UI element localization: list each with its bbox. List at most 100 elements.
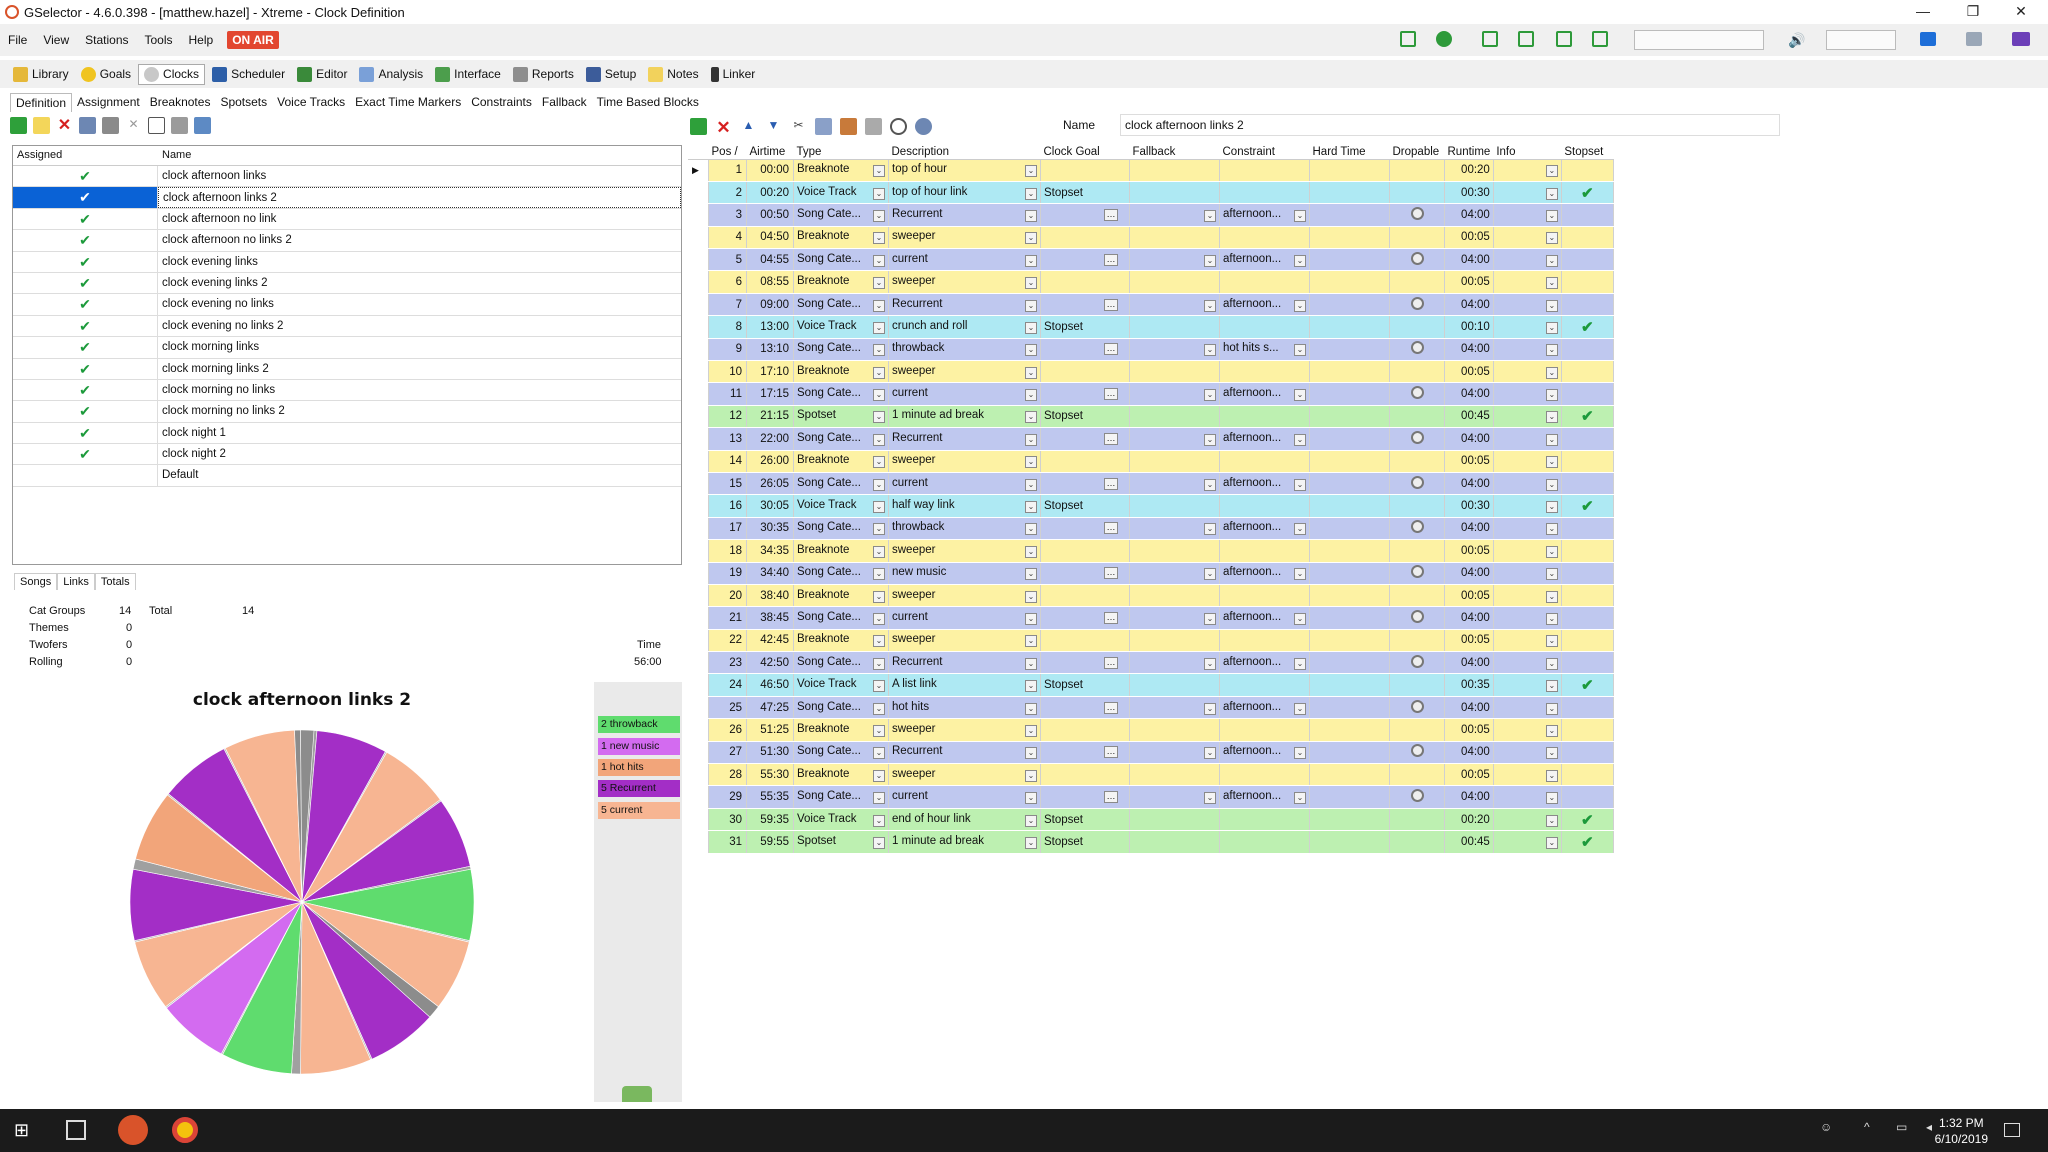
clock-goal-cell[interactable] (1040, 360, 1130, 384)
skip-forward-icon[interactable] (1592, 31, 1608, 47)
clock-goal-cell[interactable]: … (1040, 695, 1130, 720)
constraint-cell[interactable]: afternoon... ⌄ (1219, 248, 1310, 272)
fallback-cell[interactable]: ⌄ (1129, 561, 1220, 585)
type-cell[interactable]: Breaknote ⌄ (793, 270, 889, 294)
menu-tools[interactable]: Tools (137, 33, 181, 47)
description-cell[interactable]: 1 minute ad break ⌄ (888, 830, 1041, 854)
constraint-cell[interactable]: afternoon... ⌄ (1219, 651, 1310, 675)
info-cell[interactable]: ⌄ (1492, 740, 1562, 765)
constraint-cell[interactable]: afternoon... ⌄ (1219, 471, 1310, 496)
description-dropdown-icon[interactable]: ⌄ (1025, 456, 1037, 469)
dropable-cell[interactable] (1389, 158, 1445, 182)
tab-exact-time-markers[interactable]: Exact Time Markers (350, 93, 466, 111)
module-clocks[interactable]: Clocks (138, 63, 206, 85)
clock-item-row[interactable]: 22 42:45 Breaknote ⌄ sweeper ⌄ 00:05 ⌄ (688, 628, 1614, 653)
constraint-cell[interactable]: afternoon... ⌄ (1219, 561, 1310, 585)
type-cell[interactable]: Voice Track ⌄ (793, 494, 889, 518)
clock-item-row[interactable]: 27 51:30 Song Cate... ⌄ Recurrent ⌄… ⌄ afternoo… (688, 740, 1614, 765)
type-cell[interactable]: Voice Track ⌄ (793, 673, 889, 697)
clock-goal-cell[interactable] (1040, 225, 1130, 250)
tab-fallback[interactable]: Fallback (537, 93, 592, 111)
type-cell[interactable]: Song Cate... ⌄ (793, 471, 889, 496)
fallback-dropdown-icon[interactable]: ⌄ (1204, 523, 1216, 536)
col-pos[interactable]: Pos / (708, 145, 747, 160)
type-dropdown-icon[interactable]: ⌄ (873, 613, 885, 625)
network-icon[interactable]: ▭ (1896, 1120, 1916, 1140)
dropable-cell[interactable] (1389, 651, 1445, 675)
fallback-dropdown-icon[interactable]: ⌄ (1204, 433, 1216, 446)
clock-goal-cell[interactable]: … (1040, 740, 1130, 765)
on-air-badge[interactable]: ON AIR (227, 31, 279, 49)
type-dropdown-icon[interactable]: ⌄ (873, 724, 885, 737)
clock-goal-cell[interactable]: … (1040, 785, 1130, 809)
clock-item-row[interactable]: 6 08:55 Breaknote ⌄ sweeper ⌄ 00:05 ⌄ (688, 270, 1614, 294)
description-dropdown-icon[interactable]: ⌄ (1025, 254, 1037, 267)
type-cell[interactable]: Breaknote ⌄ (793, 628, 889, 653)
more-options-icon[interactable]: … (1104, 298, 1118, 311)
dropable-radio-icon[interactable] (1410, 699, 1424, 713)
clock-goal-cell[interactable]: Stopset (1040, 180, 1130, 205)
description-cell[interactable]: current ⌄ (888, 785, 1041, 809)
col-description[interactable]: Description (888, 145, 1041, 160)
info-dropdown-icon[interactable]: ⌄ (1545, 366, 1558, 379)
clock-item-row[interactable]: 18 34:35 Breaknote ⌄ sweeper ⌄ 00:05 ⌄ (688, 539, 1614, 563)
module-goals[interactable]: Goals (76, 65, 136, 84)
description-cell[interactable]: sweeper ⌄ (888, 583, 1041, 608)
description-cell[interactable]: sweeper ⌄ (888, 628, 1041, 653)
description-cell[interactable]: A list link ⌄ (888, 673, 1041, 697)
dropable-radio-icon[interactable] (1410, 206, 1424, 220)
clock-item-row[interactable]: 11 17:15 Song Cate... ⌄ current ⌄… ⌄ afternoon.… (688, 382, 1614, 406)
clock-list-row[interactable]: ✔ clock evening no links 2 (13, 315, 681, 338)
hard-time-cell[interactable] (1309, 225, 1390, 250)
info-cell[interactable]: ⌄ (1492, 785, 1562, 809)
description-dropdown-icon[interactable]: ⌄ (1025, 724, 1037, 737)
clock-item-row[interactable]: 9 13:10 Song Cate... ⌄ throwback ⌄… ⌄ hot hits … (688, 337, 1614, 362)
type-dropdown-icon[interactable]: ⌄ (873, 702, 885, 715)
dropable-cell[interactable] (1389, 427, 1445, 451)
type-cell[interactable]: Song Cate... ⌄ (793, 427, 889, 451)
notifications-icon[interactable] (2004, 1123, 2020, 1137)
info-cell[interactable]: ⌄ (1492, 494, 1562, 518)
info-cell[interactable]: ⌄ (1492, 180, 1562, 205)
fallback-cell[interactable]: ⌄ (1129, 337, 1220, 362)
description-cell[interactable]: throwback ⌄ (888, 516, 1041, 541)
module-interface[interactable]: Interface (430, 65, 506, 84)
taskbar-clock[interactable]: 1:32 PM 6/10/2019 (1935, 1115, 1988, 1147)
move-up-icon[interactable]: ▲ (740, 118, 757, 135)
info-dropdown-icon[interactable]: ⌄ (1545, 568, 1558, 581)
clock-icon[interactable] (890, 117, 907, 135)
skip-back-icon[interactable] (1556, 31, 1572, 47)
constraint-cell[interactable]: afternoon... ⌄ (1219, 292, 1310, 317)
menu-view[interactable]: View (35, 33, 77, 47)
assigned-header[interactable]: Assigned (13, 146, 158, 165)
dropable-cell[interactable] (1389, 695, 1445, 720)
info-dropdown-icon[interactable]: ⌄ (1545, 680, 1558, 693)
name-header[interactable]: Name (158, 146, 195, 165)
hard-time-cell[interactable] (1309, 337, 1390, 362)
dropable-radio-icon[interactable] (1410, 565, 1424, 579)
constraint-dropdown-icon[interactable]: ⌄ (1294, 299, 1306, 312)
clock-list-row[interactable]: ✔ clock afternoon links (13, 166, 681, 188)
description-cell[interactable]: Recurrent ⌄ (888, 427, 1041, 451)
description-dropdown-icon[interactable]: ⌄ (1025, 299, 1037, 312)
description-cell[interactable]: sweeper ⌄ (888, 270, 1041, 294)
type-dropdown-icon[interactable]: ⌄ (873, 232, 885, 245)
description-dropdown-icon[interactable]: ⌄ (1025, 277, 1037, 290)
description-cell[interactable]: Recurrent ⌄ (888, 292, 1041, 317)
description-cell[interactable]: current ⌄ (888, 471, 1041, 496)
info-dropdown-icon[interactable]: ⌄ (1545, 590, 1558, 603)
hard-time-cell[interactable] (1309, 539, 1390, 563)
clock-list-row[interactable]: ✔ clock evening no links (13, 294, 681, 316)
tab-constraints[interactable]: Constraints (466, 93, 537, 111)
description-dropdown-icon[interactable]: ⌄ (1025, 411, 1037, 424)
info-dropdown-icon[interactable]: ⌄ (1545, 501, 1558, 514)
description-dropdown-icon[interactable]: ⌄ (1025, 433, 1037, 446)
dropable-radio-icon[interactable] (1410, 520, 1424, 534)
dropable-radio-icon[interactable] (1410, 610, 1424, 623)
info-dropdown-icon[interactable]: ⌄ (1545, 232, 1558, 245)
type-dropdown-icon[interactable]: ⌄ (873, 747, 885, 760)
fallback-dropdown-icon[interactable]: ⌄ (1204, 209, 1216, 222)
clock-item-row[interactable]: 23 42:50 Song Cate... ⌄ Recurrent ⌄… ⌄ afternoo… (688, 651, 1614, 675)
dropable-cell[interactable] (1389, 203, 1445, 227)
fallback-dropdown-icon[interactable]: ⌄ (1204, 792, 1216, 805)
